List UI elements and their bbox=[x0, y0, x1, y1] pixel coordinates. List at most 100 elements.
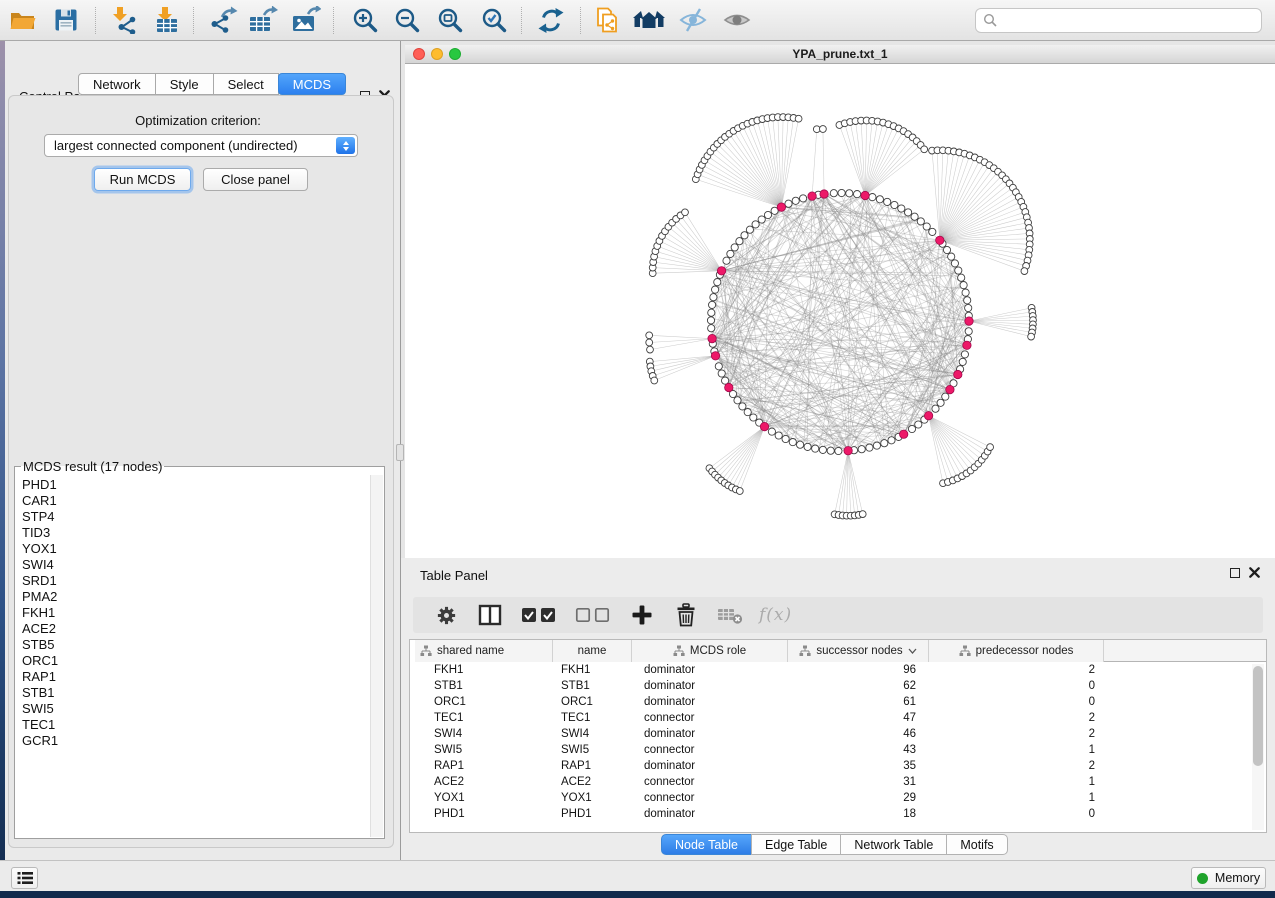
graph-node[interactable] bbox=[775, 432, 782, 439]
float-panel-icon[interactable] bbox=[1230, 568, 1240, 578]
graph-node[interactable] bbox=[792, 197, 799, 204]
tab-node-table[interactable]: Node Table bbox=[661, 834, 752, 855]
zoom-out-icon[interactable] bbox=[389, 3, 425, 37]
graph-node[interactable] bbox=[734, 397, 741, 404]
mcds-result-item[interactable]: GCR1 bbox=[22, 733, 370, 749]
export-network-icon[interactable] bbox=[205, 3, 241, 37]
graph-node[interactable] bbox=[866, 444, 873, 451]
graph-leaf-node[interactable] bbox=[987, 444, 994, 451]
criterion-dropdown[interactable]: largest connected component (undirected) bbox=[44, 134, 358, 157]
divider-handle[interactable] bbox=[396, 444, 404, 461]
copy-network-icon[interactable] bbox=[589, 3, 625, 37]
graph-node[interactable] bbox=[948, 253, 955, 260]
graph-node[interactable] bbox=[752, 221, 759, 228]
table-settings-gear-icon[interactable] bbox=[431, 600, 461, 630]
table-row[interactable]: ORC1ORC1dominator610 bbox=[415, 694, 1266, 710]
mcds-result-item[interactable]: PHD1 bbox=[22, 477, 370, 493]
zoom-fit-icon[interactable] bbox=[432, 3, 468, 37]
export-image-icon[interactable] bbox=[288, 3, 324, 37]
mcds-result-item[interactable]: STB5 bbox=[22, 637, 370, 653]
graph-hub-node[interactable] bbox=[963, 341, 971, 349]
column-header-shared-name[interactable]: shared name bbox=[415, 640, 553, 662]
graph-node[interactable] bbox=[943, 246, 950, 253]
graph-node[interactable] bbox=[858, 446, 865, 453]
graph-node[interactable] bbox=[731, 244, 738, 251]
graph-node[interactable] bbox=[898, 205, 905, 212]
deselect-all-icon[interactable] bbox=[573, 600, 613, 630]
graph-node[interactable] bbox=[888, 437, 895, 444]
graph-node[interactable] bbox=[961, 351, 968, 358]
close-panel-button[interactable]: Close panel bbox=[203, 168, 308, 191]
run-mcds-button[interactable]: Run MCDS bbox=[94, 168, 191, 191]
mcds-result-item[interactable]: SWI4 bbox=[22, 557, 370, 573]
graph-hub-node[interactable] bbox=[725, 383, 733, 391]
table-row[interactable]: SWI4SWI4dominator462 bbox=[415, 726, 1266, 742]
graph-node[interactable] bbox=[712, 286, 719, 293]
open-file-icon[interactable] bbox=[4, 3, 40, 37]
split-panel-icon[interactable] bbox=[475, 600, 505, 630]
tab-select[interactable]: Select bbox=[213, 73, 279, 95]
graph-node[interactable] bbox=[838, 189, 845, 196]
graph-node[interactable] bbox=[785, 200, 792, 207]
graph-hub-node[interactable] bbox=[717, 267, 725, 275]
save-icon[interactable] bbox=[48, 3, 84, 37]
graph-leaf-node[interactable] bbox=[646, 339, 653, 346]
graph-hub-node[interactable] bbox=[760, 422, 768, 430]
refresh-icon[interactable] bbox=[533, 3, 569, 37]
graph-node[interactable] bbox=[923, 223, 930, 230]
network-canvas[interactable] bbox=[405, 64, 1275, 558]
graph-hub-node[interactable] bbox=[820, 190, 828, 198]
graph-node[interactable] bbox=[827, 447, 834, 454]
graph-node[interactable] bbox=[789, 439, 796, 446]
graph-node[interactable] bbox=[915, 421, 922, 428]
mcds-result-item[interactable]: SWI5 bbox=[22, 701, 370, 717]
graph-node[interactable] bbox=[955, 267, 962, 274]
graph-node[interactable] bbox=[876, 196, 883, 203]
export-table-icon[interactable] bbox=[245, 3, 281, 37]
panel-menu-button[interactable] bbox=[11, 867, 38, 889]
mcds-result-item[interactable]: ORC1 bbox=[22, 653, 370, 669]
graph-node[interactable] bbox=[911, 213, 918, 220]
graph-node[interactable] bbox=[937, 399, 944, 406]
graph-node[interactable] bbox=[942, 393, 949, 400]
table-row[interactable]: TEC1TEC1connector472 bbox=[415, 710, 1266, 726]
graph-node[interactable] bbox=[884, 198, 891, 205]
mcds-result-item[interactable]: CAR1 bbox=[22, 493, 370, 509]
select-all-icon[interactable] bbox=[519, 600, 559, 630]
graph-node[interactable] bbox=[707, 317, 714, 324]
graph-node[interactable] bbox=[715, 363, 722, 370]
mcds-result-item[interactable]: FKH1 bbox=[22, 605, 370, 621]
memory-button[interactable]: Memory bbox=[1191, 867, 1266, 889]
graph-node[interactable] bbox=[854, 191, 861, 198]
graph-node[interactable] bbox=[746, 226, 753, 233]
graph-node[interactable] bbox=[736, 238, 743, 245]
graph-node[interactable] bbox=[846, 190, 853, 197]
graph-hub-node[interactable] bbox=[777, 203, 785, 211]
graph-node[interactable] bbox=[750, 414, 757, 421]
graph-leaf-node[interactable] bbox=[859, 511, 866, 518]
graph-node[interactable] bbox=[929, 228, 936, 235]
graph-node[interactable] bbox=[869, 194, 876, 201]
mcds-list-scrollbar[interactable] bbox=[370, 475, 383, 837]
graph-leaf-node[interactable] bbox=[1021, 268, 1028, 275]
graph-leaf-node[interactable] bbox=[736, 488, 743, 495]
mcds-result-item[interactable]: SRD1 bbox=[22, 573, 370, 589]
tab-style[interactable]: Style bbox=[155, 73, 214, 95]
mcds-result-item[interactable]: ACE2 bbox=[22, 621, 370, 637]
graph-node[interactable] bbox=[959, 358, 966, 365]
add-column-icon[interactable] bbox=[627, 600, 657, 630]
graph-node[interactable] bbox=[800, 195, 807, 202]
delete-columns-trash-icon[interactable] bbox=[671, 600, 701, 630]
graph-node[interactable] bbox=[908, 425, 915, 432]
graph-node[interactable] bbox=[965, 328, 972, 335]
graph-node[interactable] bbox=[744, 409, 751, 416]
table-row[interactable]: RAP1RAP1dominator352 bbox=[415, 758, 1266, 774]
zoom-in-icon[interactable] bbox=[347, 3, 383, 37]
graph-node[interactable] bbox=[782, 435, 789, 442]
table-row[interactable]: SWI5SWI5connector431 bbox=[415, 742, 1266, 758]
graph-node[interactable] bbox=[709, 301, 716, 308]
import-table-icon[interactable] bbox=[149, 3, 185, 37]
mcds-result-item[interactable]: STP4 bbox=[22, 509, 370, 525]
graph-node[interactable] bbox=[917, 218, 924, 225]
mcds-result-list[interactable]: PHD1CAR1STP4TID3YOX1SWI4SRD1PMA2FKH1ACE2… bbox=[16, 476, 370, 837]
